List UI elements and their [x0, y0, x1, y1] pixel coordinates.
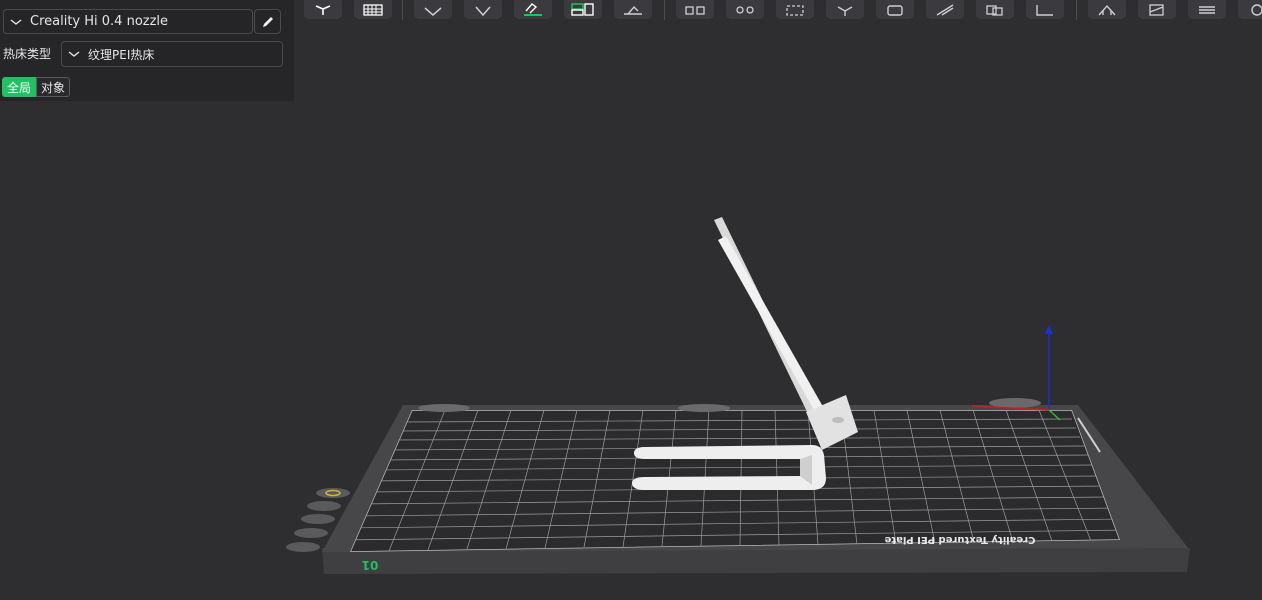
- cube-rotate-icon: [837, 6, 853, 16]
- tab-global[interactable]: 全局: [2, 77, 37, 97]
- tool-orient[interactable]: [464, 0, 502, 19]
- cut-icon: [936, 4, 954, 16]
- pencil-icon: [262, 16, 273, 27]
- layers-icon: [1199, 6, 1215, 14]
- split-parts-icon: [736, 6, 754, 14]
- bed-type-label: 热床类型: [3, 47, 52, 61]
- scale-icon: [786, 5, 804, 16]
- tool-cut[interactable]: [926, 0, 964, 19]
- printer-select-value: Creality Hi 0.4 nozzle: [30, 14, 169, 29]
- plate-brand-text: Creality Textured PEI Plate: [884, 534, 1035, 545]
- chevron-down-icon: [10, 18, 22, 25]
- measure-icon: [1036, 5, 1053, 16]
- chevron-down-icon: [68, 51, 80, 57]
- tool-split-objects[interactable]: [676, 0, 714, 19]
- tab-object[interactable]: 对象: [36, 77, 71, 97]
- tool-seam[interactable]: [1138, 0, 1176, 19]
- tool-scale[interactable]: [776, 0, 814, 19]
- edit-printer-button[interactable]: [254, 9, 281, 34]
- tool-measure[interactable]: [1026, 0, 1064, 19]
- color-paint-icon: [1251, 4, 1262, 16]
- arrange-icon: [424, 7, 442, 16]
- tool-boolean[interactable]: [976, 0, 1014, 19]
- boolean-icon: [986, 5, 1003, 16]
- print-settings-panel: Creality Hi 0.4 nozzle 热床类型 纹理PEI热床 全局 对…: [0, 0, 294, 101]
- tool-layers[interactable]: [1188, 0, 1226, 19]
- support-paint-icon: [1098, 4, 1116, 16]
- tool-split-parts[interactable]: [726, 0, 764, 19]
- tool-lay-on-face[interactable]: [614, 0, 652, 19]
- add-cube-icon: [315, 5, 331, 15]
- bed-type-value: 纹理PEI热床: [88, 47, 155, 62]
- tool-plate-grid[interactable]: [354, 0, 392, 19]
- tool-hollow[interactable]: [876, 0, 914, 19]
- bed-type-select[interactable]: 纹理PEI热床: [61, 41, 283, 67]
- layout-icon: [571, 3, 594, 16]
- hollow-icon: [887, 5, 903, 16]
- orient-icon: [475, 6, 491, 16]
- tool-cube-rotate[interactable]: [826, 0, 864, 19]
- tool-paint-support[interactable]: [514, 0, 552, 19]
- tool-support-paint[interactable]: [1088, 0, 1126, 19]
- plate-number: 01: [362, 558, 379, 572]
- tool-arrange[interactable]: [414, 0, 452, 19]
- split-objects-icon: [685, 6, 705, 15]
- plate-grid-icon: [363, 4, 383, 16]
- scope-toggle: 全局 对象: [2, 77, 71, 97]
- paint-support-icon: [524, 3, 542, 16]
- lay-on-face-icon: [624, 5, 642, 15]
- printer-select[interactable]: Creality Hi 0.4 nozzle: [3, 9, 253, 34]
- tool-color-paint[interactable]: [1238, 0, 1262, 19]
- tool-add-cube[interactable]: [304, 0, 342, 19]
- tool-layout[interactable]: [564, 0, 602, 19]
- top-toolbar: [300, 0, 1262, 22]
- seam-icon: [1149, 4, 1164, 16]
